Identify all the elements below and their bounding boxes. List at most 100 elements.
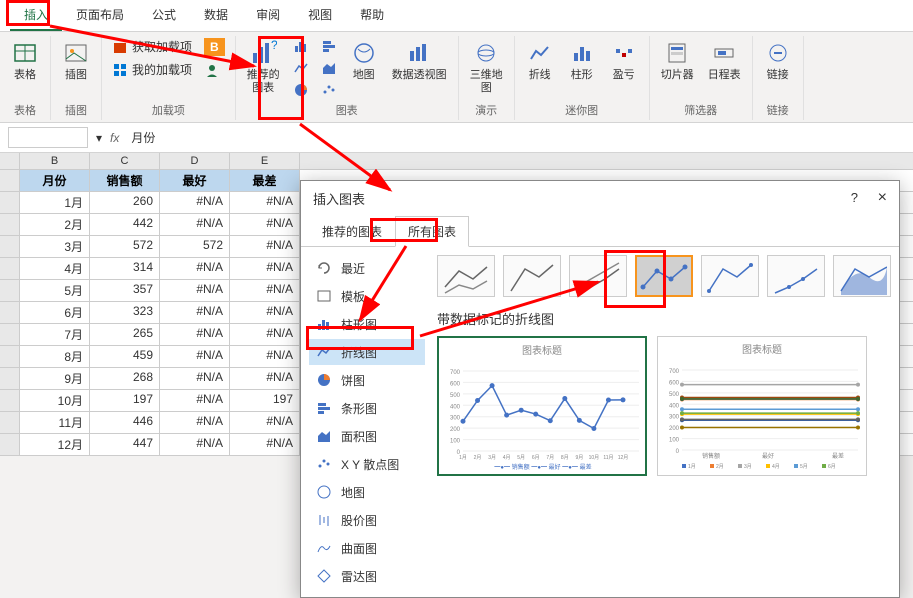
chart-type-area[interactable]: 面积图 [309, 423, 425, 449]
table-cell[interactable]: 260 [90, 192, 160, 213]
row-header[interactable] [0, 346, 20, 367]
chart-subtype-4[interactable] [701, 255, 759, 297]
table-header[interactable]: 销售额 [90, 170, 160, 191]
get-addins-button[interactable]: 获取加载项 [108, 36, 196, 57]
table-cell[interactable]: 8月 [20, 346, 90, 367]
row-header[interactable] [0, 214, 20, 235]
table-cell[interactable]: #N/A [230, 368, 300, 389]
chart-subtype-6[interactable] [833, 255, 891, 297]
row-header[interactable] [0, 258, 20, 279]
row-header[interactable] [0, 434, 20, 455]
people-graph-button[interactable] [200, 60, 229, 80]
table-cell[interactable]: #N/A [160, 390, 230, 411]
table-cell[interactable]: #N/A [230, 236, 300, 257]
line-chart-button[interactable] [289, 58, 313, 78]
table-cell[interactable]: #N/A [160, 280, 230, 301]
table-cell[interactable]: 314 [90, 258, 160, 279]
table-cell[interactable]: #N/A [160, 368, 230, 389]
sparkline-column-button[interactable]: 柱形 [563, 36, 601, 85]
dialog-help-button[interactable]: ? [851, 190, 858, 205]
tab-review[interactable]: 审阅 [242, 0, 294, 31]
table-cell[interactable]: #N/A [160, 434, 230, 455]
table-cell[interactable]: 1月 [20, 192, 90, 213]
table-cell[interactable]: 3月 [20, 236, 90, 257]
table-cell[interactable]: #N/A [160, 324, 230, 345]
table-cell[interactable]: 446 [90, 412, 160, 433]
table-cell[interactable]: #N/A [230, 258, 300, 279]
column-chart-button[interactable] [289, 36, 313, 56]
row-header[interactable] [0, 324, 20, 345]
row-header[interactable] [0, 368, 20, 389]
my-addins-button[interactable]: 我的加载项 [108, 59, 196, 80]
col-header-d[interactable]: D [160, 153, 230, 169]
tab-insert[interactable]: 插入 [10, 0, 62, 31]
table-cell[interactable]: 9月 [20, 368, 90, 389]
tab-help[interactable]: 帮助 [346, 0, 398, 31]
dialog-tab-recommended[interactable]: 推荐的图表 [309, 216, 395, 247]
slicer-button[interactable]: 切片器 [656, 36, 699, 85]
table-cell[interactable]: 357 [90, 280, 160, 301]
table-cell[interactable]: #N/A [160, 412, 230, 433]
table-cell[interactable]: 442 [90, 214, 160, 235]
tab-page-layout[interactable]: 页面布局 [62, 0, 138, 31]
table-cell[interactable]: 323 [90, 302, 160, 323]
table-cell[interactable]: #N/A [230, 346, 300, 367]
table-cell[interactable]: 447 [90, 434, 160, 455]
timeline-button[interactable]: 日程表 [703, 36, 746, 85]
table-cell[interactable]: 6月 [20, 302, 90, 323]
table-cell[interactable]: #N/A [230, 302, 300, 323]
table-cell[interactable]: 572 [160, 236, 230, 257]
table-cell[interactable]: 12月 [20, 434, 90, 455]
chart-type-radar[interactable]: 雷达图 [309, 563, 425, 589]
table-cell[interactable]: #N/A [230, 412, 300, 433]
tables-button[interactable]: 表格 [6, 36, 44, 85]
chart-preview-1[interactable]: 图表标题 70060050040030020010001月2月3月4月5月6月7… [437, 336, 647, 476]
table-cell[interactable]: #N/A [160, 258, 230, 279]
chart-subtype-0[interactable] [437, 255, 495, 297]
chart-type-recent[interactable]: 最近 [309, 255, 425, 281]
table-cell[interactable]: #N/A [230, 434, 300, 455]
chart-type-scatter[interactable]: X Y 散点图 [309, 451, 425, 477]
chart-subtype-3[interactable] [635, 255, 693, 297]
tab-view[interactable]: 视图 [294, 0, 346, 31]
col-header-blank[interactable] [0, 153, 20, 169]
table-cell[interactable]: #N/A [160, 192, 230, 213]
bar-chart-button[interactable] [317, 36, 341, 56]
table-cell[interactable]: 459 [90, 346, 160, 367]
table-header[interactable]: 最好 [160, 170, 230, 191]
row-header[interactable] [0, 192, 20, 213]
tab-data[interactable]: 数据 [190, 0, 242, 31]
table-cell[interactable]: #N/A [230, 192, 300, 213]
chart-type-pie[interactable]: 饼图 [309, 367, 425, 393]
formula-input[interactable]: 月份 [127, 127, 905, 148]
table-cell[interactable]: #N/A [230, 214, 300, 235]
sparkline-line-button[interactable]: 折线 [521, 36, 559, 85]
row-header[interactable] [0, 280, 20, 301]
chart-type-bar[interactable]: 条形图 [309, 395, 425, 421]
row-header[interactable] [0, 412, 20, 433]
table-cell[interactable]: 11月 [20, 412, 90, 433]
map-chart-button[interactable]: 地图 [345, 36, 383, 85]
bing-button[interactable]: B [200, 36, 229, 58]
table-header[interactable]: 最差 [230, 170, 300, 191]
table-cell[interactable]: 7月 [20, 324, 90, 345]
illustrations-button[interactable]: 插图 [57, 36, 95, 85]
dropdown-icon[interactable]: ▾ [96, 131, 102, 145]
table-cell[interactable]: 265 [90, 324, 160, 345]
table-cell[interactable]: #N/A [160, 214, 230, 235]
chart-subtype-1[interactable] [503, 255, 561, 297]
col-header-e[interactable]: E [230, 153, 300, 169]
table-cell[interactable]: #N/A [160, 346, 230, 367]
col-header-b[interactable]: B [20, 153, 90, 169]
row-header[interactable] [0, 236, 20, 257]
table-cell[interactable]: 197 [230, 390, 300, 411]
table-cell[interactable]: #N/A [160, 302, 230, 323]
chart-type-line[interactable]: 折线图 [309, 339, 425, 365]
table-cell[interactable]: #N/A [230, 324, 300, 345]
chart-type-template[interactable]: 模板 [309, 283, 425, 309]
area-chart-button[interactable] [317, 58, 341, 78]
table-cell[interactable]: 197 [90, 390, 160, 411]
dialog-close-button[interactable]: × [878, 189, 887, 206]
chart-type-surface[interactable]: 曲面图 [309, 535, 425, 561]
pie-chart-button[interactable] [289, 80, 313, 100]
